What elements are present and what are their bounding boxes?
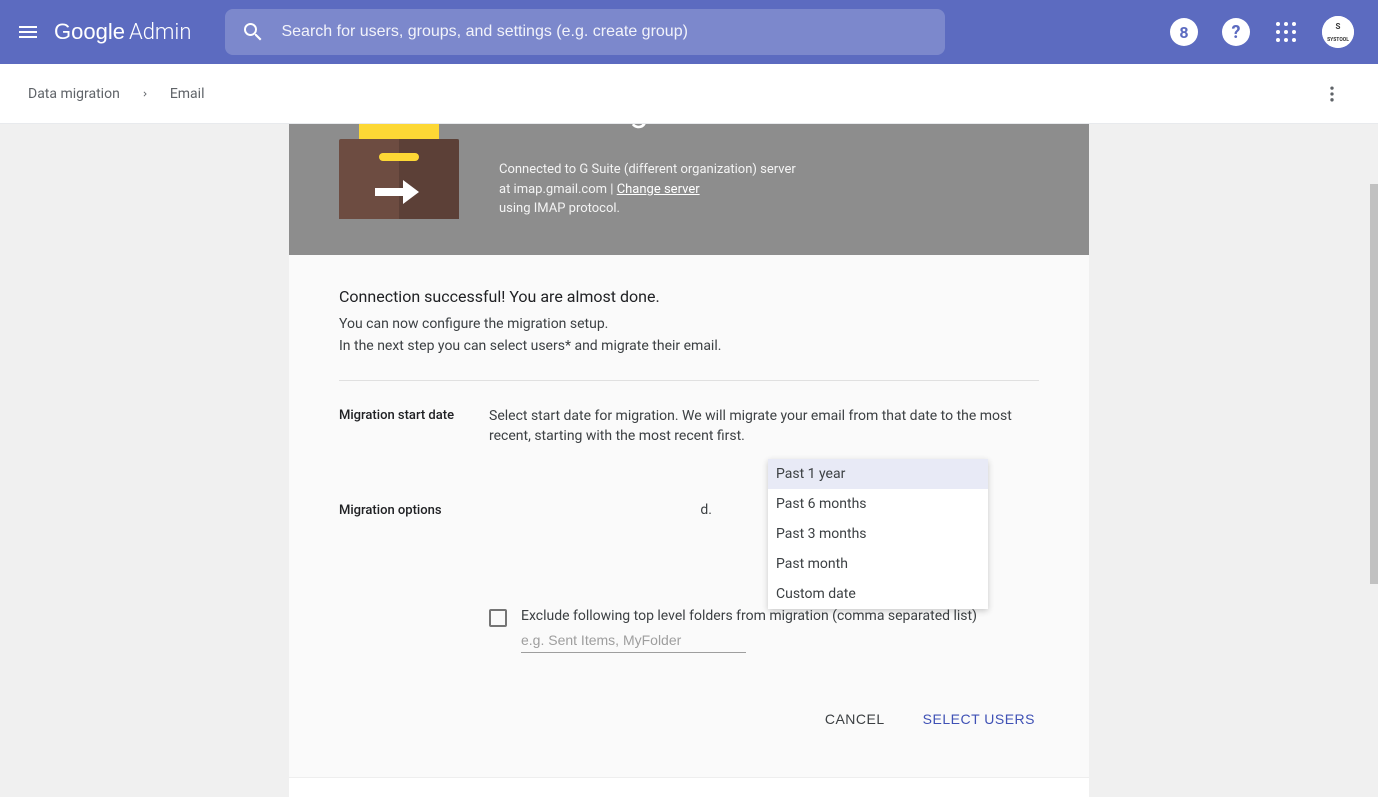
badge-count: 8	[1179, 23, 1188, 42]
svg-text:S: S	[1336, 22, 1341, 31]
scrollbar-thumb[interactable]	[1370, 184, 1378, 584]
search-bar[interactable]	[225, 9, 945, 55]
hero-banner: Email Migration Connected to G Suite (di…	[289, 124, 1089, 255]
exclude-label: Exclude following top level folders from…	[521, 608, 977, 624]
footer-note: *By clicking the 'Select users' button, …	[289, 777, 1089, 797]
hero-subtitle: Connected to G Suite (different organiza…	[499, 160, 1039, 219]
migration-card: Email Migration Connected to G Suite (di…	[289, 124, 1089, 777]
more-options-icon[interactable]	[1314, 76, 1350, 112]
migration-box-icon	[339, 124, 459, 219]
dropdown-past-1-year[interactable]: Past 1 year	[768, 459, 988, 489]
options-label: Migration options	[339, 502, 459, 653]
menu-icon[interactable]	[16, 20, 40, 44]
logo-text-google: Google	[54, 19, 125, 45]
apps-icon[interactable]	[1274, 20, 1298, 44]
exclude-checkbox[interactable]	[489, 609, 507, 627]
content-area: Email Migration Connected to G Suite (di…	[0, 124, 1378, 797]
exclude-row: Exclude following top level folders from…	[489, 608, 1039, 653]
breadcrumb-data-migration[interactable]: Data migration	[28, 86, 120, 102]
hero-line3: using IMAP protocol.	[499, 201, 620, 216]
breadcrumb-email[interactable]: Email	[170, 86, 205, 102]
start-date-row: Migration start date Select start date f…	[339, 407, 1039, 462]
profile-avatar[interactable]: S SYSTOOL	[1322, 16, 1354, 48]
change-server-link[interactable]: Change server	[617, 182, 700, 197]
notifications-badge[interactable]: 8	[1170, 18, 1198, 46]
app-logo[interactable]: Google Admin	[54, 19, 191, 45]
success-sub1: You can now configure the migration setu…	[339, 316, 1039, 332]
hero-text: Email Migration Connected to G Suite (di…	[499, 124, 1039, 219]
header-actions: 8 ? S SYSTOOL	[1170, 16, 1362, 48]
divider	[339, 380, 1039, 381]
dropdown-custom-date[interactable]: Custom date	[768, 579, 988, 609]
start-date-content: Select start date for migration. We will…	[489, 407, 1039, 462]
logo-text-admin: Admin	[129, 20, 192, 45]
success-sub2: In the next step you can select users* a…	[339, 338, 1039, 354]
breadcrumb: Data migration Email	[28, 86, 204, 102]
dropdown-past-6-months[interactable]: Past 6 months	[768, 489, 988, 519]
action-buttons: CANCEL SELECT USERS	[339, 703, 1039, 745]
success-title: Connection successful! You are almost do…	[339, 287, 1039, 306]
hero-title: Email Migration	[499, 124, 1039, 144]
help-icon[interactable]: ?	[1222, 18, 1250, 46]
search-icon	[241, 20, 265, 44]
options-text-tail: d.	[489, 502, 714, 518]
start-date-label: Migration start date	[339, 407, 459, 462]
select-users-button[interactable]: SELECT USERS	[919, 703, 1039, 735]
exclude-folders-input[interactable]	[521, 628, 746, 653]
breadcrumb-bar: Data migration Email	[0, 64, 1378, 124]
hero-line1: Connected to G Suite (different organiza…	[499, 162, 796, 177]
start-date-dropdown: Past 1 year Past 6 months Past 3 months …	[768, 459, 988, 609]
start-date-desc: Select start date for migration. We will…	[489, 407, 1039, 446]
card-body: Connection successful! You are almost do…	[289, 255, 1089, 777]
scrollbar-track	[1370, 124, 1378, 797]
cancel-button[interactable]: CANCEL	[821, 703, 889, 735]
dropdown-past-3-months[interactable]: Past 3 months	[768, 519, 988, 549]
app-header: Google Admin 8 ? S SYSTOOL	[0, 0, 1378, 64]
search-input[interactable]	[281, 23, 929, 41]
dropdown-past-month[interactable]: Past month	[768, 549, 988, 579]
chevron-right-icon	[140, 89, 150, 99]
svg-text:SYSTOOL: SYSTOOL	[1327, 37, 1349, 43]
exclude-content: Exclude following top level folders from…	[521, 608, 977, 653]
hero-line2-pre: at imap.gmail.com |	[499, 182, 617, 197]
